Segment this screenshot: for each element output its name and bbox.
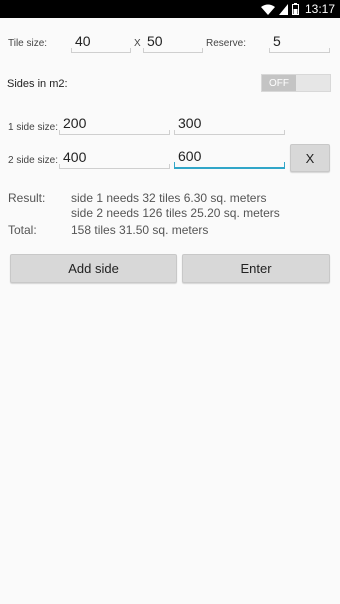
tile-separator: X	[134, 38, 141, 49]
wifi-icon	[260, 4, 275, 15]
sides-m2-label: Sides in m2:	[7, 78, 68, 90]
status-time: 13:17	[304, 2, 335, 16]
toggle-knob: OFF	[262, 75, 296, 91]
result-lines: side 1 needs 32 tiles 6.30 sq. meters si…	[71, 191, 280, 221]
total-label: Total:	[8, 223, 37, 237]
tile-width-value: 40	[75, 33, 91, 49]
reserve-value: 5	[273, 33, 281, 49]
tile-width-input[interactable]: 40	[71, 31, 131, 53]
side-1-a-input[interactable]: 200	[59, 113, 170, 135]
reserve-label: Reserve:	[206, 38, 247, 49]
result-label: Result:	[8, 191, 46, 205]
add-side-button[interactable]: Add side	[10, 254, 177, 283]
side-2-label: 2 side size:	[8, 155, 59, 166]
status-bar: 13:17	[0, 0, 340, 18]
side-2-a-value: 400	[63, 149, 87, 165]
result-line-2: side 2 needs 126 tiles 25.20 sq. meters	[71, 206, 280, 220]
side-1-a-value: 200	[63, 115, 87, 131]
reserve-input[interactable]: 5	[269, 31, 330, 53]
side-2-b-value: 600	[178, 148, 202, 164]
tile-height-input[interactable]: 50	[143, 31, 203, 53]
remove-side-button[interactable]: X	[290, 144, 330, 172]
side-1-label: 1 side size:	[8, 122, 59, 133]
side-1-b-value: 300	[178, 115, 202, 131]
side-2-b-input[interactable]: 600	[174, 147, 285, 169]
enter-button[interactable]: Enter	[182, 254, 330, 283]
side-1-b-input[interactable]: 300	[174, 113, 285, 135]
tile-size-label: Tile size:	[8, 38, 48, 49]
total-text: 158 tiles 31.50 sq. meters	[71, 223, 209, 237]
result-line-1: side 1 needs 32 tiles 6.30 sq. meters	[71, 191, 267, 205]
sides-m2-toggle[interactable]: OFF	[261, 74, 331, 92]
side-2-a-input[interactable]: 400	[59, 147, 170, 169]
battery-icon	[291, 3, 299, 15]
tile-height-value: 50	[147, 33, 163, 49]
signal-icon	[278, 3, 288, 15]
